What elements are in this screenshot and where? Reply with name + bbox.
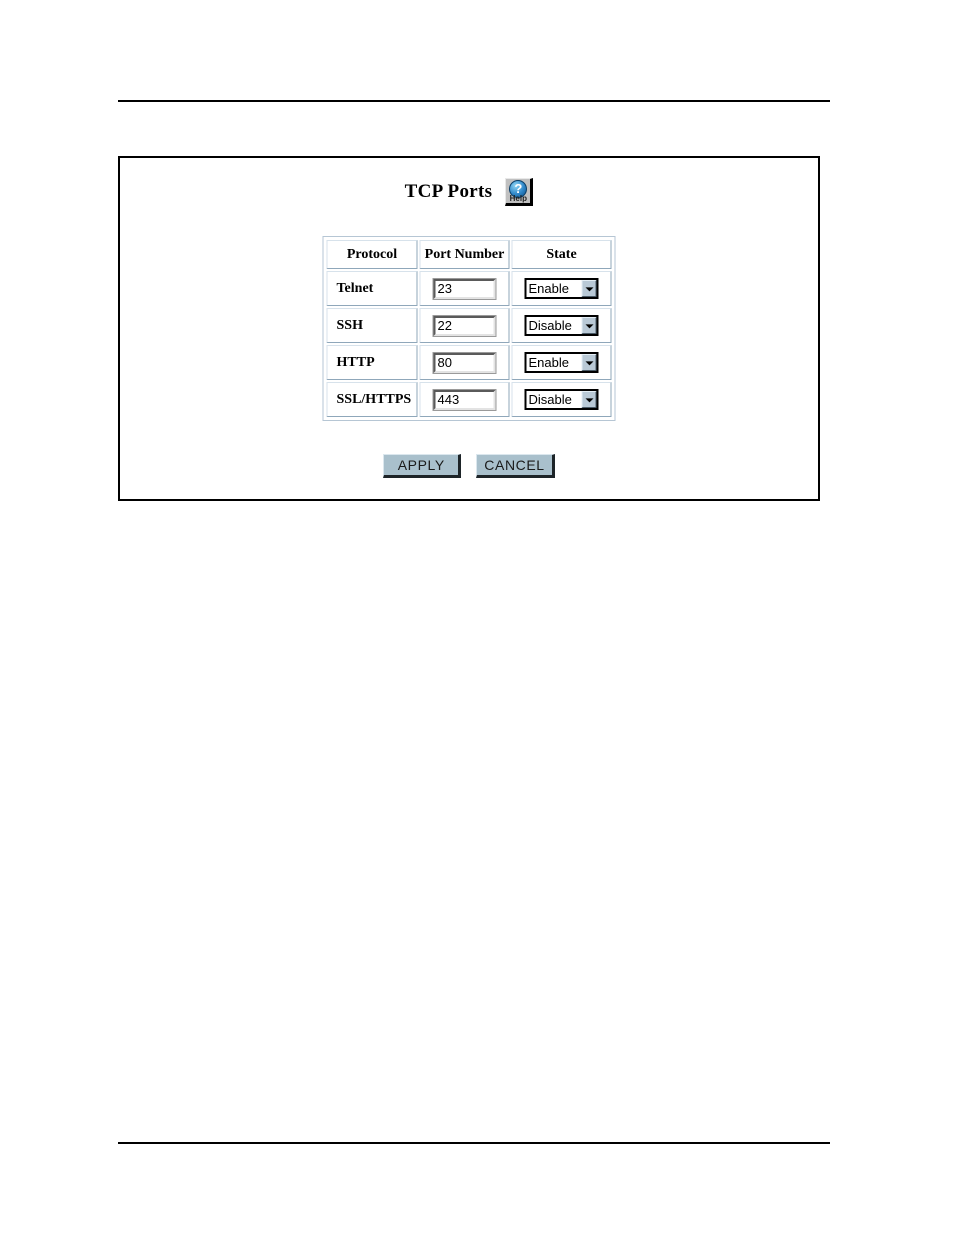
state-select-value-http: Enable: [528, 355, 569, 370]
table-row: Telnet Enable: [326, 271, 612, 306]
panel-title-row: TCP Ports ? Help: [120, 178, 818, 206]
state-select-http[interactable]: Enable: [524, 352, 599, 373]
protocol-label-telnet: Telnet: [326, 271, 418, 306]
page-title: TCP Ports: [404, 181, 493, 202]
port-input-ssl-https[interactable]: [432, 388, 497, 411]
state-cell-ssl-https: Disable: [511, 382, 612, 417]
state-select-value-ssl-https: Disable: [528, 392, 572, 407]
state-select-value-telnet: Enable: [528, 281, 569, 296]
port-cell-telnet: [419, 271, 510, 306]
state-cell-telnet: Enable: [511, 271, 612, 306]
state-select-value-ssh: Disable: [528, 318, 572, 333]
apply-button[interactable]: APPLY: [383, 454, 462, 478]
state-select-ssl-https[interactable]: Disable: [524, 389, 599, 410]
table-row: HTTP Enable: [326, 345, 612, 380]
port-cell-http: [419, 345, 510, 380]
chevron-down-icon[interactable]: [581, 317, 597, 334]
port-input-http[interactable]: [432, 351, 497, 374]
action-button-row: APPLY CANCEL: [120, 454, 818, 478]
protocol-label-ssl-https: SSL/HTTPS: [326, 382, 418, 417]
protocol-label-ssh: SSH: [326, 308, 418, 343]
port-cell-ssh: [419, 308, 510, 343]
port-input-ssh[interactable]: [432, 314, 497, 337]
port-input-telnet[interactable]: [432, 277, 497, 300]
state-cell-ssh: Disable: [511, 308, 612, 343]
column-header-port-number: Port Number: [419, 240, 510, 269]
tcp-ports-screenshot-frame: TCP Ports ? Help Protocol Port Number St…: [118, 156, 820, 501]
column-header-protocol: Protocol: [326, 240, 418, 269]
protocol-label-http: HTTP: [326, 345, 418, 380]
table-row: SSL/HTTPS Disable: [326, 382, 612, 417]
page-header-rule: [118, 100, 830, 102]
state-select-telnet[interactable]: Enable: [524, 278, 599, 299]
chevron-down-icon[interactable]: [581, 354, 597, 371]
column-header-state: State: [511, 240, 612, 269]
chevron-down-icon[interactable]: [581, 391, 597, 408]
page-footer-rule: [118, 1142, 830, 1144]
port-cell-ssl-https: [419, 382, 510, 417]
cancel-button[interactable]: CANCEL: [476, 454, 555, 478]
help-button-label: Help: [509, 194, 527, 203]
help-button[interactable]: ? Help: [505, 178, 534, 206]
state-cell-http: Enable: [511, 345, 612, 380]
tcp-ports-table-wrapper: Protocol Port Number State Telnet Enable: [322, 236, 616, 421]
chevron-down-icon[interactable]: [581, 280, 597, 297]
tcp-ports-table: Protocol Port Number State Telnet Enable: [322, 236, 616, 421]
table-header-row: Protocol Port Number State: [326, 240, 612, 269]
table-row: SSH Disable: [326, 308, 612, 343]
state-select-ssh[interactable]: Disable: [524, 315, 599, 336]
